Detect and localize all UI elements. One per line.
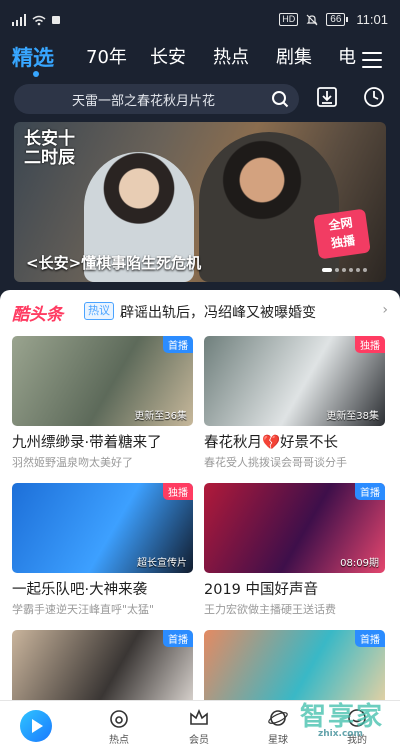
channel-tabs: 精选 70年 长安 热点 剧集 电 <box>0 44 400 80</box>
banner-badge-text: 全网 独播 <box>327 215 356 251</box>
battery-icon: 66 <box>326 13 349 26</box>
status-right: HD 66 11:01 <box>279 12 388 27</box>
top-header: HD 66 11:01 精选 70年 长安 热点 剧集 电 天雷一部之春花秋月片… <box>0 0 400 300</box>
banner-exclusive-badge: 全网 独播 <box>313 208 371 260</box>
banner-dot[interactable] <box>342 268 346 272</box>
video-badge: 独播 <box>163 483 193 500</box>
video-thumbnail[interactable]: 首播更新至36集 <box>12 336 193 426</box>
hd-label: HD <box>279 13 299 26</box>
nav-vip[interactable]: 会员 <box>169 707 229 746</box>
banner-show-logo: 长安十二时辰 <box>24 129 75 168</box>
headline-row[interactable]: 酷头条 热议 辟谣出轨后，冯绍峰又被曝婚变 › <box>0 298 400 328</box>
headline-logo: 酷头条 <box>12 305 63 325</box>
headline-text[interactable]: 辟谣出轨后，冯绍峰又被曝婚变 <box>120 302 316 322</box>
feed-content: 酷头条 热议 辟谣出轨后，冯绍峰又被曝婚变 › 首播 更新至36集 九州缥缈录·带着… <box>0 290 400 720</box>
search-bar[interactable]: 天雷一部之春花秋月片花 <box>14 84 299 114</box>
banner-dot[interactable] <box>335 268 339 272</box>
video-subtitle: 羽然姬野温泉吻太美好了 <box>12 456 133 469</box>
video-subtitle: 学霸手速逆天汪峰直呼"太猛" <box>12 603 155 616</box>
search-input[interactable]: 天雷一部之春花秋月片花 <box>72 90 215 109</box>
nav-vip-label: 会员 <box>189 735 209 746</box>
banner-dot[interactable] <box>356 268 360 272</box>
watermark-sub: zhix.com <box>318 729 363 739</box>
video-badge: 首播 <box>163 336 193 353</box>
video-update-info: 更新至36集 <box>134 411 187 422</box>
headline-tag: 热议 <box>84 302 114 320</box>
video-title[interactable]: 2019 中国好声音 <box>204 578 385 599</box>
watermark-text: 智享家 <box>300 702 385 732</box>
menu-icon[interactable] <box>362 52 382 68</box>
download-icon[interactable] <box>316 86 338 108</box>
video-update-info: 超长宣传片 <box>137 558 187 569</box>
video-card[interactable]: 独播超长宣传片一起乐队吧·大神来袭学霸手速逆天汪峰直呼"太猛" <box>12 483 193 617</box>
battery-level: 66 <box>326 13 346 26</box>
banner-figure-right <box>199 132 339 282</box>
video-subtitle: 王力宏欲做主播硬王送话费 <box>204 603 336 616</box>
tab-movie[interactable]: 电 <box>338 44 356 72</box>
video-title[interactable]: 九州缥缈录·带着糖来了 <box>12 431 193 452</box>
nav-planet-label: 星球 <box>268 735 288 746</box>
tab-hot[interactable]: 热点 <box>213 44 249 72</box>
video-subtitle: 春花受人挑拨误会哥哥谈分手 <box>204 456 347 469</box>
active-tab-indicator <box>33 71 39 77</box>
tab-70-years[interactable]: 70年 <box>86 44 127 72</box>
status-bar: HD 66 11:01 <box>0 0 400 40</box>
video-badge: 独播 <box>355 336 385 353</box>
nav-hot-label: 热点 <box>109 735 129 746</box>
planet-icon <box>268 710 288 726</box>
clock: 11:01 <box>356 12 388 27</box>
video-thumbnail[interactable]: 首播 08:09期 <box>204 483 385 573</box>
banner-dot[interactable] <box>349 268 353 272</box>
nav-planet[interactable]: 星球 <box>248 707 308 746</box>
wifi-icon <box>32 15 46 25</box>
banner-caption: <长安>懂棋事陷生死危机 <box>26 254 202 272</box>
banner-dot[interactable] <box>322 268 332 272</box>
notification-icon <box>52 16 60 24</box>
signal-icon <box>12 14 26 26</box>
chevron-right-icon[interactable]: › <box>382 302 388 318</box>
video-card[interactable]: 独播更新至38集春花秋月💔好景不长春花受人挑拨误会哥哥谈分手 <box>204 336 385 470</box>
tab-changan[interactable]: 长安 <box>150 44 186 72</box>
video-update-info: 更新至38集 <box>326 411 379 422</box>
video-badge: 首播 <box>355 630 385 647</box>
nav-hot[interactable]: 热点 <box>89 707 149 746</box>
search-icon[interactable] <box>271 90 289 108</box>
video-thumbnail[interactable]: 独播超长宣传片 <box>12 483 193 573</box>
banner-pagination <box>322 268 367 272</box>
status-left <box>12 14 60 26</box>
mute-bell-icon <box>306 14 318 25</box>
tab-series[interactable]: 剧集 <box>276 44 312 72</box>
crown-icon <box>190 708 208 725</box>
video-card[interactable]: 首播更新至36集九州缥缈录·带着糖来了羽然姬野温泉吻太美好了 <box>12 336 193 470</box>
hero-banner[interactable]: 长安十二时辰 全网 独播 <长安>懂棋事陷生死危机 <box>14 122 386 282</box>
video-title[interactable]: 一起乐队吧·大神来袭 <box>12 578 193 599</box>
history-icon[interactable] <box>363 86 385 108</box>
watermark: 智享家 zhix.com <box>300 696 400 755</box>
banner-dot[interactable] <box>363 268 367 272</box>
play-icon[interactable] <box>20 710 52 742</box>
video-badge: 首播 <box>355 483 385 500</box>
video-title[interactable]: 春花秋月💔好景不长 <box>204 431 385 452</box>
video-update-info: 08:09期 <box>340 558 379 569</box>
tab-featured[interactable]: 精选 <box>12 44 54 72</box>
video-thumbnail[interactable]: 独播更新至38集 <box>204 336 385 426</box>
video-card[interactable]: 首播 08:09期 2019 中国好声音王力宏欲做主播硬王送话费 <box>204 483 385 617</box>
video-badge: 首播 <box>163 630 193 647</box>
fire-icon <box>110 710 128 728</box>
